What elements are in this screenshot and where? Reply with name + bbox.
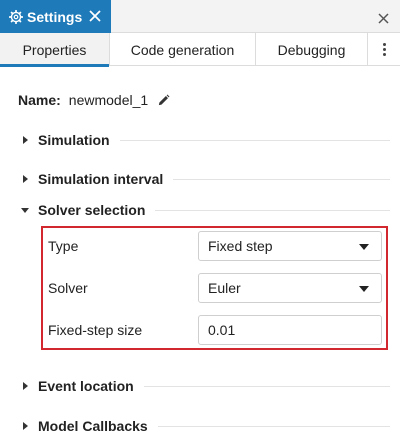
type-label: Type (48, 238, 79, 254)
tab-properties-label: Properties (22, 41, 87, 58)
tab-debugging-label: Debugging (277, 41, 346, 58)
section-divider (173, 178, 390, 180)
dropdown-arrow-icon (359, 244, 369, 250)
tab-code-generation[interactable]: Code generation (110, 33, 256, 66)
section-model-callbacks-label: Model Callbacks (38, 418, 148, 434)
close-tab-icon[interactable] (88, 9, 102, 23)
fixed-step-size-input[interactable]: 0.01 (198, 315, 382, 345)
caret-right-icon (20, 174, 30, 184)
tab-properties[interactable]: Properties (0, 33, 110, 67)
section-divider (155, 209, 390, 211)
type-select-value: Fixed step (208, 238, 273, 254)
fixed-step-size-value: 0.01 (208, 322, 236, 338)
tab-code-generation-label: Code generation (130, 41, 235, 58)
section-event-location[interactable]: Event location (20, 378, 390, 394)
fixed-step-size-label: Fixed-step size (48, 322, 143, 338)
close-panel-icon[interactable] (378, 11, 389, 24)
kebab-menu-icon[interactable] (368, 33, 400, 66)
caret-right-icon (20, 381, 30, 391)
caret-right-icon (20, 421, 30, 431)
section-solver-selection[interactable]: Solver selection (20, 202, 390, 218)
settings-subtabs: Properties Code generation Debugging (0, 33, 400, 67)
section-model-callbacks[interactable]: Model Callbacks (20, 418, 390, 434)
section-event-location-label: Event location (38, 378, 134, 394)
settings-tab[interactable]: Settings (0, 0, 111, 33)
caret-down-icon (20, 205, 30, 215)
dropdown-arrow-icon (359, 286, 369, 292)
section-divider (157, 425, 390, 427)
name-label: Name: (18, 92, 61, 108)
settings-tab-title: Settings (27, 8, 83, 25)
solver-select-value: Euler (208, 280, 241, 296)
section-solver-selection-label: Solver selection (38, 202, 146, 218)
tab-debugging[interactable]: Debugging (256, 33, 368, 66)
section-simulation[interactable]: Simulation (20, 132, 390, 148)
section-simulation-label: Simulation (38, 132, 110, 148)
section-simulation-interval[interactable]: Simulation interval (20, 171, 390, 187)
model-name-row: Name: newmodel_1 (18, 92, 170, 108)
window-tab-strip: Settings (0, 0, 400, 33)
gear-icon (9, 9, 23, 24)
solver-select[interactable]: Euler (198, 273, 382, 303)
model-name-value: newmodel_1 (68, 92, 149, 108)
section-simulation-interval-label: Simulation interval (38, 171, 164, 187)
section-divider (119, 139, 390, 141)
section-divider (143, 385, 390, 387)
solver-label: Solver (48, 280, 88, 296)
type-select[interactable]: Fixed step (198, 231, 382, 261)
caret-right-icon (20, 135, 30, 145)
pencil-icon[interactable] (157, 94, 170, 107)
